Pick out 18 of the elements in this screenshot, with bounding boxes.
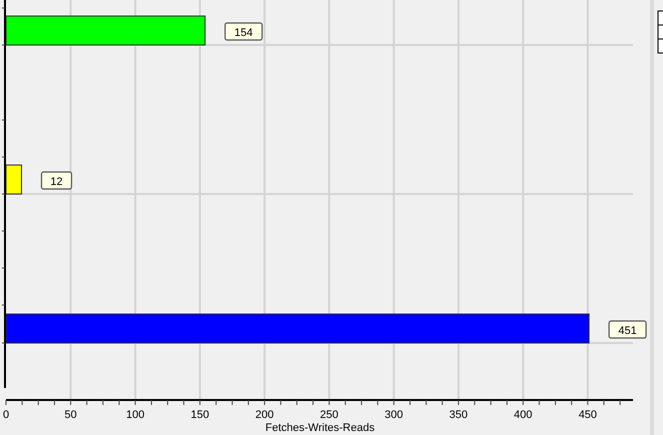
x-tick-label: 300 xyxy=(384,409,404,421)
x-tick-label: 450 xyxy=(578,409,597,421)
data-label: 451 xyxy=(618,325,637,337)
x-tick-label: 350 xyxy=(449,409,468,421)
data-label: 154 xyxy=(234,27,253,39)
value-label: 154 xyxy=(224,22,263,41)
x-axis-title: Fetches-Writes-Reads xyxy=(265,422,375,434)
x-tick-label: 100 xyxy=(126,409,144,421)
value-label: 451 xyxy=(608,320,647,339)
x-tick-label: 200 xyxy=(255,409,274,421)
x-tick-label: 0 xyxy=(2,409,10,421)
x-tick-label: 50 xyxy=(64,409,77,421)
x-tick-label: 400 xyxy=(514,409,532,421)
legend-drawing xyxy=(658,10,663,54)
x-tick-label: 150 xyxy=(190,409,210,421)
x-tick-label: 250 xyxy=(320,409,338,421)
value-label: 12 xyxy=(40,171,72,190)
data-label: 12 xyxy=(50,176,63,188)
